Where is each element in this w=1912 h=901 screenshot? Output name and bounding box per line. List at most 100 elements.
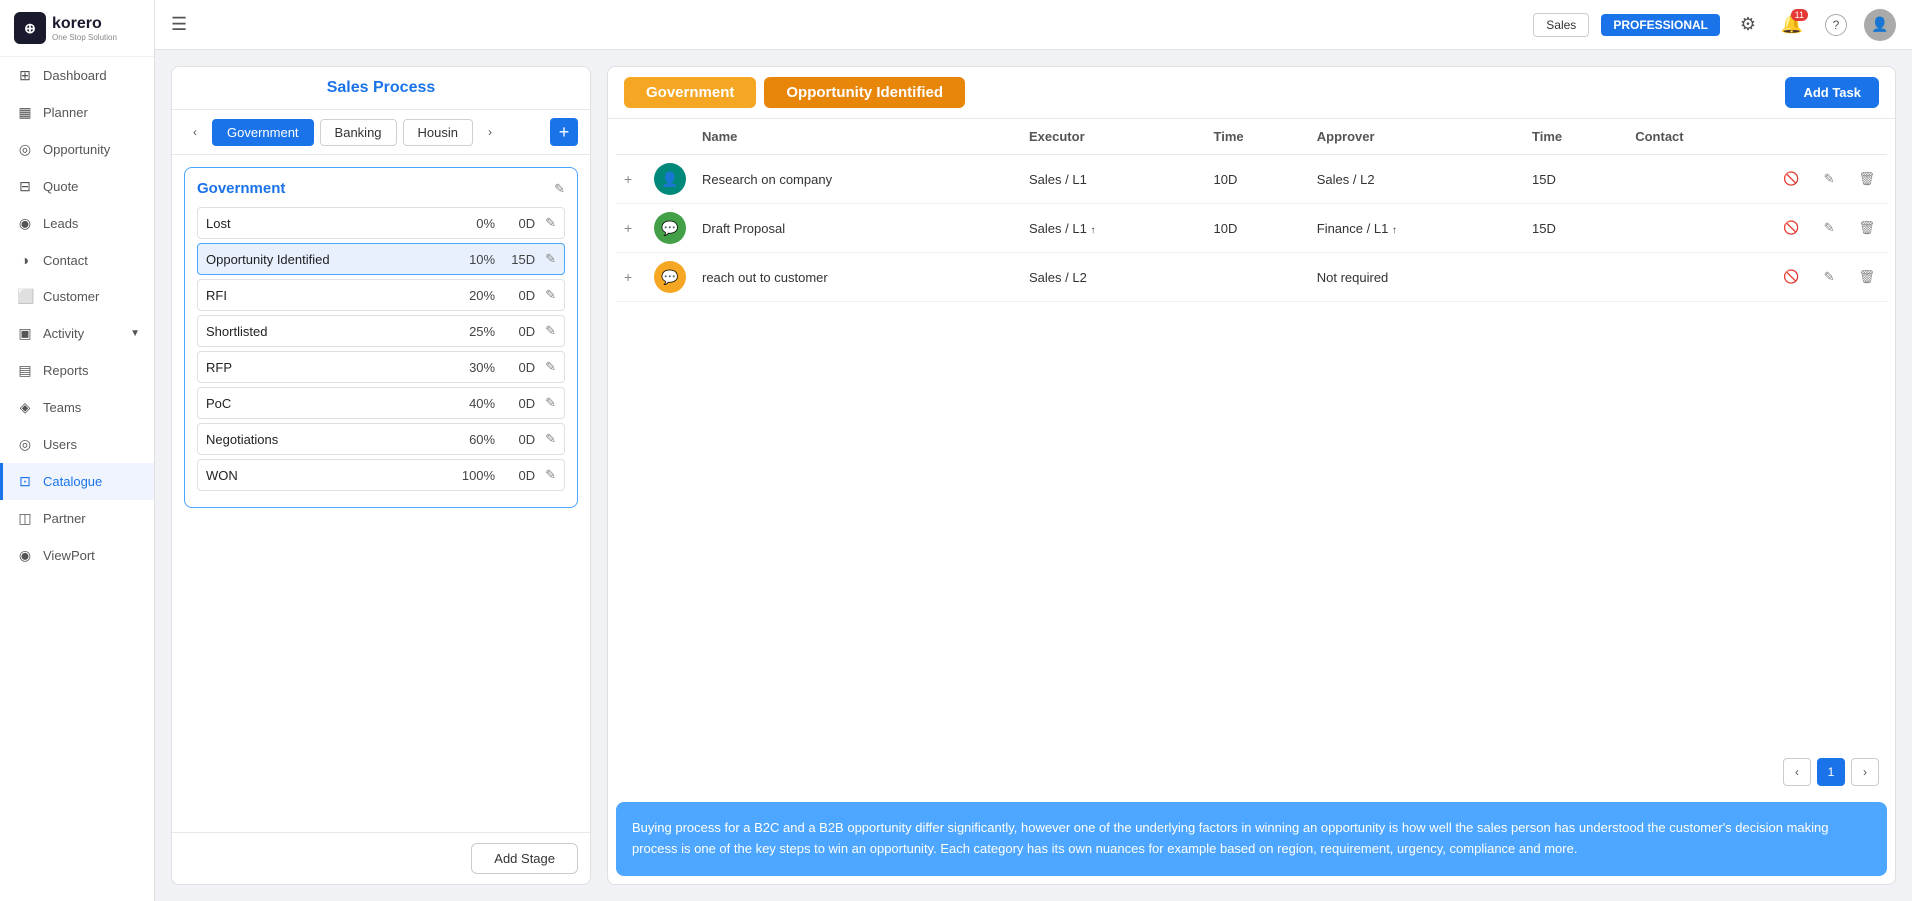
task-contact <box>1627 155 1771 204</box>
delete-row-icon[interactable]: 🗑 <box>1858 269 1875 284</box>
tab-add-button[interactable]: + <box>550 118 578 146</box>
sidebar-item-teams[interactable]: ◈ Teams <box>0 389 154 426</box>
stage-days: 0D <box>495 288 535 303</box>
stage-days: 0D <box>495 360 535 375</box>
row-icon: 💬 <box>654 212 686 244</box>
stage-edit-icon[interactable]: ✎ <box>545 359 556 375</box>
edit-row-icon[interactable]: ✎ <box>1824 269 1835 284</box>
stage-edit-icon[interactable]: ✎ <box>545 215 556 231</box>
tab-next-button[interactable]: › <box>479 121 501 143</box>
stage-edit-icon[interactable]: ✎ <box>545 251 556 267</box>
app-tagline: One Stop Solution <box>52 33 117 42</box>
sidebar-item-partner[interactable]: ◫ Partner <box>0 500 154 537</box>
sales-button[interactable]: Sales <box>1533 13 1589 37</box>
tab-housing[interactable]: Housin <box>403 119 473 146</box>
sidebar-item-reports[interactable]: ▤ Reports <box>0 352 154 389</box>
add-stage-area: Add Stage <box>172 832 590 884</box>
help-button[interactable]: ? <box>1820 9 1852 41</box>
professional-button[interactable]: PROFESSIONAL <box>1601 14 1720 36</box>
tabs-row: ‹ GovernmentBankingHousin › + <box>172 110 590 155</box>
notifications-button[interactable]: 🔔 11 <box>1776 9 1808 41</box>
prev-page-button[interactable]: ‹ <box>1783 758 1811 786</box>
table-row: + 💬 reach out to customer Sales / L2 Not… <box>616 253 1887 302</box>
row-expand[interactable]: + <box>616 253 646 302</box>
sidebar-item-users[interactable]: ◎ Users <box>0 426 154 463</box>
stage-edit-icon[interactable]: ✎ <box>545 467 556 483</box>
edit-row-icon[interactable]: ✎ <box>1824 220 1835 235</box>
opportunity-identified-tag: Opportunity Identified <box>764 77 965 108</box>
avatar[interactable]: 👤 <box>1864 9 1896 41</box>
tab-prev-button[interactable]: ‹ <box>184 121 206 143</box>
col-approver: Approver <box>1309 119 1524 155</box>
task-approver-time: 15D <box>1524 155 1627 204</box>
sidebar-item-label: Partner <box>43 511 86 526</box>
row-expand[interactable]: + <box>616 204 646 253</box>
sidebar-item-customer[interactable]: ⬜ Customer <box>0 278 154 315</box>
edit-row-icon[interactable]: ✎ <box>1824 171 1835 186</box>
right-panel-header: Government Opportunity Identified Add Ta… <box>608 67 1895 119</box>
partner-icon: ◫ <box>17 510 33 527</box>
sidebar-item-planner[interactable]: ▦ Planner <box>0 94 154 131</box>
ban-icon[interactable]: 🚫 <box>1783 269 1799 284</box>
task-name: reach out to customer <box>694 253 1021 302</box>
stage-row: Lost 0% 0D ✎ <box>197 207 565 239</box>
stage-edit-icon[interactable]: ✎ <box>545 323 556 339</box>
stage-days: 0D <box>495 216 535 231</box>
stage-edit-icon[interactable]: ✎ <box>545 395 556 411</box>
stage-days: 0D <box>495 396 535 411</box>
stage-edit-icon[interactable]: ✎ <box>545 287 556 303</box>
task-name: Research on company <box>694 155 1021 204</box>
viewport-icon: ◉ <box>17 547 33 564</box>
col-contact: Contact <box>1627 119 1771 155</box>
sidebar-item-contact[interactable]: ◑ Contact <box>0 242 154 278</box>
activity-icon: ▣ <box>17 325 33 342</box>
ban-icon[interactable]: 🚫 <box>1783 220 1799 235</box>
topbar: ☰ Sales PROFESSIONAL ⚙ 🔔 11 ? 👤 <box>155 0 1912 50</box>
next-page-button[interactable]: › <box>1851 758 1879 786</box>
sidebar-item-label: Reports <box>43 363 89 378</box>
sidebar-item-viewport[interactable]: ◉ ViewPort <box>0 537 154 574</box>
sidebar-item-opportunity[interactable]: ◎ Opportunity <box>0 131 154 168</box>
stage-row: RFP 30% 0D ✎ <box>197 351 565 383</box>
gear-icon-button[interactable]: ⚙ <box>1732 9 1764 41</box>
sidebar-item-label: Contact <box>43 253 88 268</box>
add-task-button[interactable]: Add Task <box>1785 77 1879 108</box>
stage-percent: 30% <box>450 360 495 375</box>
sidebar-item-quote[interactable]: ⊟ Quote <box>0 168 154 205</box>
opportunity-icon: ◎ <box>17 141 33 158</box>
page-1-button[interactable]: 1 <box>1817 758 1845 786</box>
task-approver-time <box>1524 253 1627 302</box>
task-approver: Not required <box>1309 253 1524 302</box>
tab-banking[interactable]: Banking <box>320 119 397 146</box>
sidebar-item-dashboard[interactable]: ⊞ Dashboard <box>0 57 154 94</box>
add-stage-button[interactable]: Add Stage <box>471 843 578 874</box>
stage-row: Negotiations 60% 0D ✎ <box>197 423 565 455</box>
stage-row: RFI 20% 0D ✎ <box>197 279 565 311</box>
users-icon: ◎ <box>17 436 33 453</box>
info-text: Buying process for a B2C and a B2B oppor… <box>632 820 1829 856</box>
stage-days: 15D <box>495 252 535 267</box>
sidebar-item-label: Teams <box>43 400 81 415</box>
left-panel-title: Sales Process <box>327 79 436 96</box>
sidebar-item-leads[interactable]: ◉ Leads <box>0 205 154 242</box>
stage-name: RFP <box>206 360 450 375</box>
delete-row-icon[interactable]: 🗑 <box>1858 220 1875 235</box>
task-time <box>1206 253 1309 302</box>
stage-name: Lost <box>206 216 450 231</box>
row-expand[interactable]: + <box>616 155 646 204</box>
stage-row: WON 100% 0D ✎ <box>197 459 565 491</box>
task-contact <box>1627 253 1771 302</box>
sidebar-item-activity[interactable]: ▣ Activity ▼ <box>0 315 154 352</box>
reports-icon: ▤ <box>17 362 33 379</box>
section-edit-icon[interactable]: ✎ <box>554 181 565 197</box>
sidebar-item-catalogue[interactable]: ⊡ Catalogue <box>0 463 154 500</box>
task-executor: Sales / L1 ↑ <box>1021 204 1206 253</box>
delete-row-icon[interactable]: 🗑 <box>1858 171 1875 186</box>
right-panel: Government Opportunity Identified Add Ta… <box>607 66 1896 885</box>
hamburger-icon[interactable]: ☰ <box>171 14 187 35</box>
task-executor: Sales / L2 <box>1021 253 1206 302</box>
tab-government[interactable]: Government <box>212 119 314 146</box>
stage-percent: 40% <box>450 396 495 411</box>
stage-edit-icon[interactable]: ✎ <box>545 431 556 447</box>
ban-icon[interactable]: 🚫 <box>1783 171 1799 186</box>
